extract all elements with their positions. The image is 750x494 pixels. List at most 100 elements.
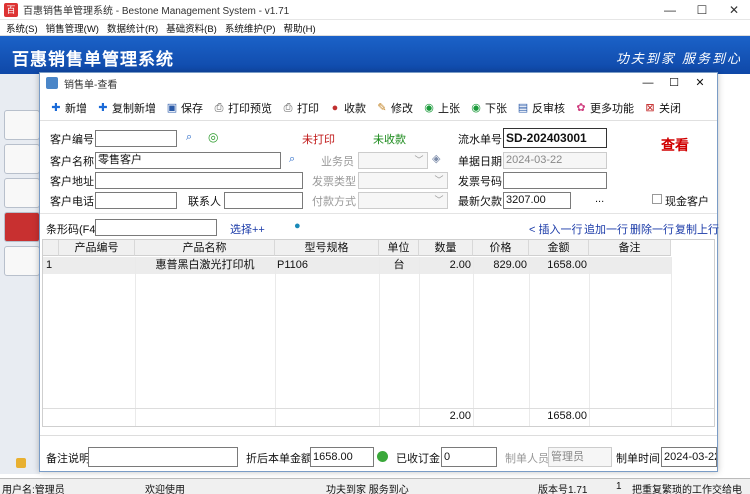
copy-new-button[interactable]: ✚ 复制新增 [97, 100, 156, 116]
globe-icon[interactable]: ● [294, 220, 301, 232]
cell-note[interactable] [589, 257, 671, 274]
grid-line [419, 257, 420, 426]
menu-stats[interactable]: 数据统计(R) [107, 21, 158, 35]
previous-button[interactable]: ◉ 上张 [423, 100, 460, 116]
select-product-link[interactable]: 选择++ [230, 221, 265, 237]
close-icon[interactable]: ✕ [718, 0, 750, 20]
left-nav [0, 74, 40, 474]
dialog-title: 销售单-查看 [64, 79, 118, 91]
customer-name-label: 客户名称 [50, 156, 94, 168]
column-header-note[interactable]: 备注 [589, 240, 671, 256]
maximize-icon[interactable]: ☐ [686, 0, 718, 20]
column-header-price[interactable]: 价格 [473, 240, 529, 256]
customer-address-label: 客户地址 [50, 176, 94, 188]
column-header-product-name[interactable]: 产品名称 [135, 240, 275, 256]
dialog-close-icon[interactable]: ✕ [687, 73, 713, 93]
column-header-unit[interactable]: 单位 [379, 240, 419, 256]
customer-name-input[interactable]: 零售客户 [95, 152, 281, 169]
minimize-icon[interactable]: — [654, 0, 686, 20]
append-row-link[interactable]: 追加一行 [584, 221, 628, 237]
app-window-controls: — ☐ ✕ [654, 0, 750, 20]
payment-method-select[interactable]: ﹀ [358, 192, 448, 209]
sales-order-dialog: 销售单-查看 — ☐ ✕ ✚ 新增 ✚ 复制新增 ▣ 保存 ⎙ 打印预览 ⎙ 打印 ● 收款… [39, 72, 719, 472]
app-title-bar: 百 百惠销售单管理系统 - Bestone Management System … [0, 0, 750, 20]
print-button[interactable]: ⎙ 打印 [282, 100, 319, 116]
new-button[interactable]: ✚ 新增 [50, 100, 87, 116]
date-input[interactable]: 2024-03-22 [503, 152, 607, 169]
barcode-input[interactable] [95, 219, 217, 236]
serial-no-input[interactable]: SD-202403001 [503, 128, 607, 148]
edit-button[interactable]: ✎ 修改 [376, 100, 413, 116]
column-header-amount[interactable]: 金额 [529, 240, 589, 256]
customer-code-input[interactable] [95, 130, 177, 147]
cell-price[interactable]: 829.00 [473, 257, 529, 274]
cell-unit[interactable]: 台 [379, 257, 419, 274]
maker-select[interactable]: 管理员 [548, 447, 612, 467]
app-logo-icon: 百 [4, 2, 18, 17]
make-time-input[interactable]: 2024-03-22 [661, 447, 717, 467]
delete-row-link[interactable]: 删除一行 [630, 221, 674, 237]
dialog-maximize-icon[interactable]: ☐ [661, 73, 687, 93]
salesman-select[interactable]: ﹀ [358, 152, 428, 169]
contact-input[interactable] [224, 192, 303, 209]
column-header-qty[interactable]: 数量 [419, 240, 473, 256]
unreview-button[interactable]: ▤ 反审核 [517, 100, 565, 116]
menu-base-data[interactable]: 基础资料(B) [166, 21, 217, 35]
customer-phone-input[interactable] [95, 192, 177, 209]
after-discount-input[interactable]: 1658.00 [310, 447, 374, 467]
search-icon[interactable]: ⌕ [186, 131, 192, 144]
folder-icon[interactable] [16, 458, 26, 468]
column-header-model[interactable]: 型号规格 [275, 240, 379, 256]
balance-more-button[interactable]: ... [595, 193, 604, 205]
print-preview-button[interactable]: ⎙ 打印预览 [213, 100, 272, 116]
dialog-minimize-icon[interactable]: — [635, 73, 661, 93]
nav-button-5[interactable] [4, 246, 40, 276]
receive-payment-button[interactable]: ● 收款 [329, 100, 366, 116]
copy-row-link[interactable]: 复制上行 [675, 221, 719, 237]
balance-input[interactable]: 3207.00 [503, 192, 571, 209]
customer-search-icon[interactable]: ⌕ [289, 153, 295, 166]
menu-system[interactable]: 系统(S) [6, 21, 38, 35]
nav-button-3[interactable] [4, 178, 40, 208]
cell-product-name[interactable]: 惠普黑白激光打印机 [135, 257, 275, 274]
close-button[interactable]: ⊠ 关闭 [644, 100, 681, 116]
contact-label: 联系人 [188, 196, 221, 208]
dialog-icon [46, 77, 58, 89]
remark-label: 备注说明 [46, 453, 90, 465]
next-button[interactable]: ◉ 下张 [470, 100, 507, 116]
cash-customer-checkbox[interactable] [652, 194, 662, 204]
customer-address-input[interactable] [95, 172, 303, 189]
customer-code-label: 客户编号 [50, 134, 94, 146]
row-number: 1 [43, 257, 59, 274]
toolbar: ✚ 新增 ✚ 复制新增 ▣ 保存 ⎙ 打印预览 ⎙ 打印 ● 收款 ✎ 修改 ◉ 上张 ◉ 下张 … [40, 95, 717, 121]
column-header-product-code[interactable]: 产品编号 [59, 240, 135, 256]
date-label: 单据日期 [458, 156, 502, 168]
maker-label: 制单人员 [505, 453, 549, 465]
deposit-input[interactable]: 0 [441, 447, 497, 467]
status-bar: 用户名:管理员 欢迎使用 功夫到家 服务到心 版本号1.71 1 把重复繁琐的工… [0, 478, 750, 494]
invoice-type-select[interactable]: ﹀ [358, 172, 448, 189]
cell-amount[interactable]: 1658.00 [529, 257, 589, 274]
previous-icon: ◉ [424, 101, 434, 114]
cell-product-code[interactable] [59, 257, 135, 274]
invoice-no-input[interactable] [503, 172, 607, 189]
more-functions-button[interactable]: ✿ 更多功能 [575, 100, 634, 116]
insert-row-link[interactable]: < 插入一行 [529, 221, 582, 237]
nav-button-1[interactable] [4, 110, 40, 140]
status-marquee: 把重复繁琐的工作交给电 [632, 485, 742, 494]
app-title: 百惠销售单管理系统 - Bestone Management System - … [23, 6, 290, 17]
remark-input[interactable] [88, 447, 238, 467]
menu-maintenance[interactable]: 系统维护(P) [225, 21, 276, 35]
nav-button-2[interactable] [4, 144, 40, 174]
cell-qty[interactable]: 2.00 [419, 257, 473, 274]
dialog-title-bar: 销售单-查看 — ☐ ✕ [40, 73, 717, 93]
menu-help[interactable]: 帮助(H) [284, 21, 316, 35]
save-button[interactable]: ▣ 保存 [166, 100, 203, 116]
edit-icon: ✎ [377, 101, 387, 114]
print-preview-icon: ⎙ [214, 101, 224, 114]
menu-sales[interactable]: 销售管理(W) [46, 21, 99, 35]
cell-model[interactable]: P1106 [275, 257, 379, 274]
customer-add-icon[interactable]: ◎ [208, 130, 218, 144]
salesman-pick-icon[interactable]: ◈ [432, 152, 440, 165]
nav-button-4[interactable] [4, 212, 40, 242]
